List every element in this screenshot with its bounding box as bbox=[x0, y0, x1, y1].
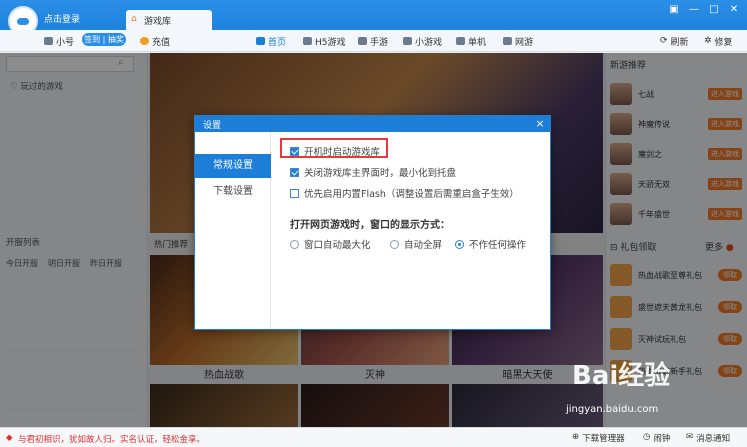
download-manager-button[interactable]: ⊕ 下载管理器 bbox=[572, 432, 625, 444]
wrench-icon: ✲ bbox=[704, 36, 712, 46]
radio-auto-maximize[interactable]: 窗口自动最大化 bbox=[290, 237, 371, 251]
user-icon bbox=[44, 37, 53, 45]
radio-button-selected[interactable] bbox=[455, 239, 464, 249]
window-controls: ▣ — □ ✕ bbox=[667, 4, 741, 16]
tab-general-settings[interactable]: 常规设置 bbox=[195, 154, 271, 178]
dialog-close-button[interactable]: × bbox=[534, 117, 546, 130]
messages-button[interactable]: ✉ 消息通知 bbox=[686, 432, 730, 444]
watermark-url: jingyan.baidu.com bbox=[566, 404, 659, 415]
refresh-icon: ⟳ bbox=[660, 36, 668, 46]
checkbox[interactable] bbox=[290, 188, 299, 198]
nav-single[interactable]: 单机 bbox=[456, 33, 486, 49]
maximize-button[interactable]: □ bbox=[707, 4, 721, 16]
refresh-button[interactable]: ⟳ 刷新 bbox=[660, 33, 689, 49]
home-icon: ⌂ bbox=[131, 14, 137, 24]
tab-game-library[interactable]: ⌂ 游戏库 bbox=[126, 10, 212, 30]
close-button[interactable]: ✕ bbox=[727, 4, 741, 16]
radio-button[interactable] bbox=[390, 239, 399, 249]
home-icon bbox=[256, 37, 265, 45]
tab-download-settings[interactable]: 下载设置 bbox=[195, 180, 271, 204]
nav-minigame[interactable]: 小游戏 bbox=[403, 33, 442, 49]
dialog-title: 设置 bbox=[195, 116, 550, 132]
alarm-icon: ◷ bbox=[643, 432, 651, 442]
download-icon: ⊕ bbox=[572, 432, 580, 442]
checkbox-checked[interactable] bbox=[290, 167, 299, 177]
coin-icon bbox=[140, 37, 149, 45]
radio-button[interactable] bbox=[290, 239, 299, 249]
mobile-icon bbox=[358, 37, 367, 45]
option-builtin-flash[interactable]: 优先启用内置Flash（调整设置后需重启盒子生效） bbox=[290, 186, 519, 200]
display-mode-heading: 打开网页游戏时，窗口的显示方式： bbox=[290, 220, 450, 231]
message-icon: ✉ bbox=[686, 432, 694, 442]
login-link[interactable]: 点击登录 bbox=[44, 12, 80, 25]
option-minimize-tray[interactable]: 关闭游戏库主界面时，最小化到托盘 bbox=[290, 165, 456, 179]
radio-no-action[interactable]: 不作任何操作 bbox=[455, 237, 526, 251]
alarm-button[interactable]: ◷ 闹钟 bbox=[643, 432, 670, 444]
h5-icon bbox=[303, 37, 312, 45]
repair-button[interactable]: ✲ 修复 bbox=[704, 33, 733, 49]
radio-fullscreen[interactable]: 自动全屏 bbox=[390, 237, 442, 251]
skin-button[interactable]: ▣ bbox=[667, 4, 681, 16]
pc-icon bbox=[456, 37, 465, 45]
nav-online[interactable]: 网游 bbox=[503, 33, 533, 49]
dialog-sidebar: 常规设置 下载设置 bbox=[195, 132, 271, 329]
highlight-box bbox=[280, 138, 388, 158]
nav-home[interactable]: 首页 bbox=[256, 33, 286, 49]
status-bar: ◆ 与君初相识，犹如故人归。实名认证，轻松金享。 ⊕ 下载管理器 ◷ 闹钟 ✉ 消息通… bbox=[0, 427, 747, 447]
recharge-link[interactable]: 充值 bbox=[140, 33, 170, 49]
user-link[interactable]: 小号 bbox=[44, 33, 74, 49]
sign-in-button[interactable]: 签到 | 抽奖 bbox=[82, 33, 126, 46]
globe-icon bbox=[503, 37, 512, 45]
nav-mobile[interactable]: 手游 bbox=[358, 33, 388, 49]
baidu-watermark: Bai经验 bbox=[572, 361, 671, 391]
minimize-button[interactable]: — bbox=[687, 4, 701, 16]
status-notice[interactable]: 与君初相识，犹如故人归。实名认证，轻松金享。 bbox=[18, 433, 205, 445]
nav-h5[interactable]: H5游戏 bbox=[303, 33, 346, 49]
gamepad-icon bbox=[403, 37, 412, 45]
tab-label: 游戏库 bbox=[144, 17, 172, 27]
notice-icon: ◆ bbox=[6, 433, 13, 443]
